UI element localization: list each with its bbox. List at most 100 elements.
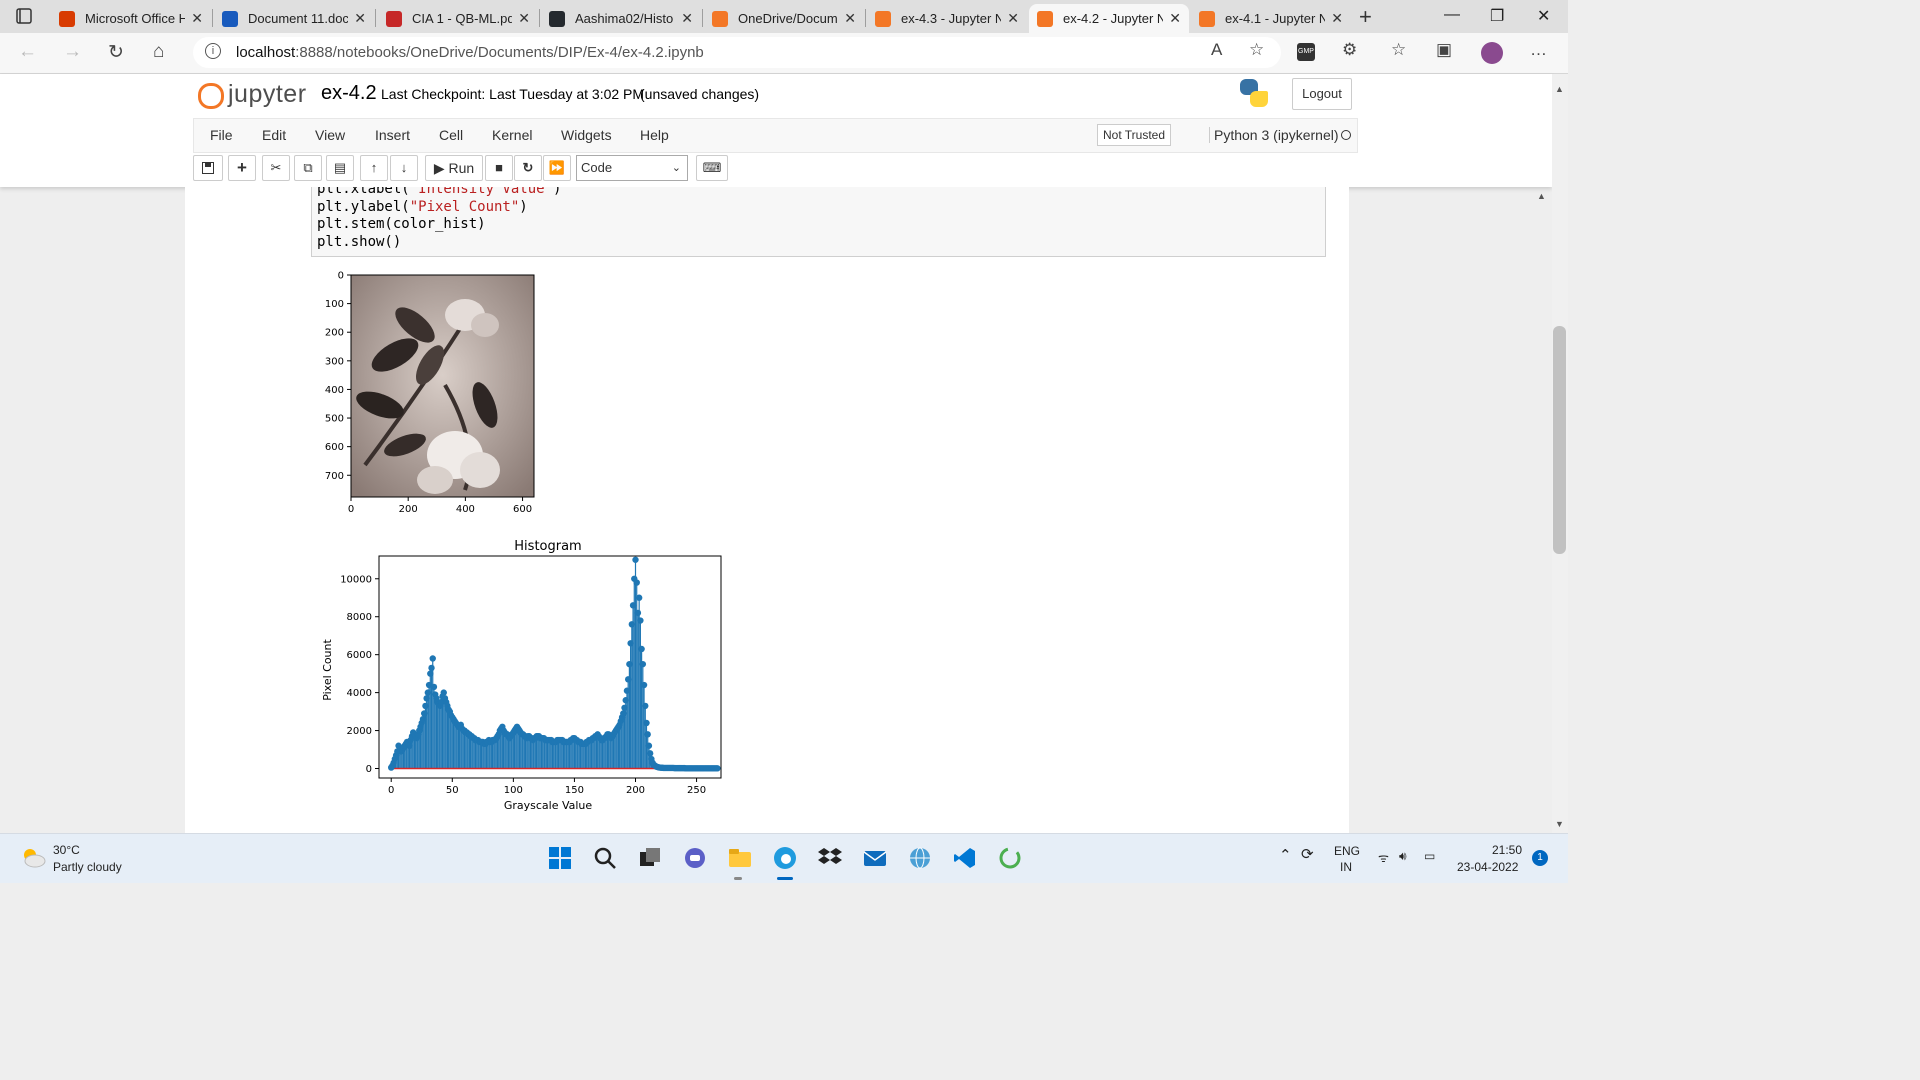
menu-edit[interactable]: Edit <box>262 127 286 143</box>
refresh-icon[interactable]: ↻ <box>108 41 124 64</box>
loading-app-icon[interactable] <box>998 846 1022 870</box>
logout-button[interactable]: Logout <box>1292 78 1352 110</box>
minimize-button[interactable]: — <box>1444 6 1460 24</box>
home-icon[interactable]: ⌂ <box>153 41 164 63</box>
partly-cloudy-icon[interactable] <box>20 846 46 868</box>
close-tab-icon[interactable]: ✕ <box>1007 10 1019 27</box>
sync-icon[interactable]: ⟳ <box>1301 845 1314 863</box>
favorites-icon[interactable]: ☆ <box>1391 40 1406 60</box>
language-primary[interactable]: ENG <box>1334 844 1360 858</box>
notebook-name[interactable]: ex-4.2 <box>321 82 377 105</box>
trust-badge[interactable]: Not Trusted <box>1097 124 1172 146</box>
task-view-icon[interactable] <box>638 846 662 870</box>
weather-temperature[interactable]: 30°C <box>53 843 80 857</box>
url-host: localhost <box>236 44 296 61</box>
flower-photo <box>350 274 535 498</box>
menu-help[interactable]: Help <box>640 127 669 143</box>
browser-tab[interactable]: Aashima02/Histo ✕ <box>541 4 701 33</box>
code-cell[interactable]: plt.xlabel("Intensity Value") plt.ylabel(… <box>311 187 1326 257</box>
extension-gmp-icon[interactable]: GMP <box>1297 43 1315 61</box>
dropbox-icon[interactable] <box>818 846 842 870</box>
close-tab-icon[interactable]: ✕ <box>191 10 203 27</box>
menu-cell[interactable]: Cell <box>439 127 463 143</box>
clock-time[interactable]: 21:50 <box>1492 843 1522 857</box>
code-token: "Intensity Value" <box>409 187 554 197</box>
restart-run-all-button[interactable]: ⏩ <box>543 155 571 181</box>
url-bar[interactable]: i localhost:8888/notebooks/OneDrive/Docu… <box>193 37 1281 68</box>
notification-badge[interactable]: 1 <box>1532 850 1548 866</box>
battery-icon[interactable]: ▭ <box>1424 849 1435 863</box>
move-down-button[interactable]: ↓ <box>390 155 418 181</box>
clock-date[interactable]: 23-04-2022 <box>1457 860 1518 874</box>
copy-button[interactable]: ⧉ <box>294 155 322 181</box>
teams-chat-icon[interactable] <box>683 846 707 870</box>
restart-button[interactable]: ↻ <box>514 155 542 181</box>
cut-button[interactable]: ✂ <box>262 155 290 181</box>
menu-kernel[interactable]: Kernel <box>492 127 532 143</box>
show-hidden-icons[interactable]: ⌃ <box>1279 846 1292 864</box>
volume-icon[interactable]: 🔊︎ <box>1399 849 1407 864</box>
menu-widgets[interactable]: Widgets <box>561 127 612 143</box>
browser-tab[interactable]: ex-4.3 - Jupyter N ✕ <box>867 4 1027 33</box>
search-icon[interactable] <box>593 846 617 870</box>
close-tab-icon[interactable]: ✕ <box>1331 10 1343 27</box>
profile-avatar[interactable] <box>1481 42 1503 64</box>
restore-button[interactable]: ❐ <box>1490 6 1504 26</box>
command-palette-button[interactable]: ⌨ <box>696 155 728 181</box>
close-tab-icon[interactable]: ✕ <box>844 10 856 27</box>
jupyter-logo[interactable]: jupyter <box>198 80 307 109</box>
back-icon[interactable]: ← <box>18 41 37 63</box>
kernel-name[interactable]: Python 3 (ipykernel) <box>1209 127 1339 143</box>
cell-type-select[interactable]: Code ⌄ <box>576 155 688 181</box>
menu-insert[interactable]: Insert <box>375 127 410 143</box>
tab-actions-icon[interactable] <box>10 6 38 28</box>
wifi-icon[interactable]: ᯤ <box>1378 849 1389 866</box>
edge-browser-icon[interactable] <box>773 846 797 870</box>
more-menu-icon[interactable]: … <box>1530 40 1547 60</box>
paste-button[interactable]: ▤ <box>326 155 354 181</box>
stem-marker <box>440 689 447 696</box>
run-button[interactable]: ▶ Run <box>425 155 483 181</box>
file-explorer-icon[interactable] <box>728 846 752 870</box>
scroll-down-icon[interactable]: ▼ <box>1555 819 1564 829</box>
url-text[interactable]: localhost:8888/notebooks/OneDrive/Docume… <box>236 44 704 61</box>
browser-tab[interactable]: ex-4.2 - Jupyter N ✕ <box>1029 4 1189 33</box>
collections-icon[interactable]: ▣ <box>1436 40 1452 60</box>
browser-tab[interactable]: Document 11.doc ✕ <box>214 4 374 33</box>
start-icon[interactable] <box>548 846 572 870</box>
globe-app-icon[interactable] <box>908 846 932 870</box>
stem-marker <box>634 609 642 617</box>
extensions-icon[interactable]: ⚙ <box>1342 40 1357 60</box>
scroll-thumb[interactable] <box>1553 326 1566 554</box>
new-tab-button[interactable]: + <box>1359 4 1372 30</box>
close-tab-icon[interactable]: ✕ <box>1169 10 1181 27</box>
close-tab-icon[interactable]: ✕ <box>681 10 693 27</box>
close-tab-icon[interactable]: ✕ <box>354 10 366 27</box>
vscode-icon[interactable] <box>953 846 977 870</box>
menu-bar: File Edit View Insert Cell Kernel Widgets Help … <box>193 118 1358 153</box>
add-favorite-icon[interactable]: ☆ <box>1249 40 1264 60</box>
insert-cell-button[interactable]: + <box>228 155 256 181</box>
move-up-button[interactable]: ↑ <box>360 155 388 181</box>
interrupt-button[interactable]: ■ <box>485 155 513 181</box>
browser-tab[interactable]: OneDrive/Docum ✕ <box>704 4 864 33</box>
mail-icon[interactable] <box>863 846 887 870</box>
scroll-up-icon[interactable]: ▲ <box>1555 84 1564 94</box>
info-icon[interactable]: i <box>205 43 221 59</box>
close-window-button[interactable]: ✕ <box>1537 6 1550 26</box>
forward-icon[interactable]: → <box>63 41 82 63</box>
notebook-scrollbar[interactable]: ▲ <box>1534 187 1550 833</box>
weather-description[interactable]: Partly cloudy <box>53 860 122 874</box>
menu-view[interactable]: View <box>315 127 345 143</box>
close-tab-icon[interactable]: ✕ <box>518 10 530 27</box>
language-secondary[interactable]: IN <box>1340 860 1352 874</box>
browser-tab[interactable]: ex-4.1 - Jupyter N ✕ <box>1191 4 1351 33</box>
read-aloud-icon[interactable]: A <box>1211 40 1222 60</box>
notebook-scroll-up-icon[interactable]: ▲ <box>1537 191 1546 201</box>
menu-file[interactable]: File <box>210 127 233 143</box>
x-axis-label: Grayscale Value <box>504 799 593 812</box>
save-button[interactable] <box>193 155 223 181</box>
browser-tab[interactable]: Microsoft Office H ✕ <box>51 4 211 33</box>
browser-tab[interactable]: CIA 1 - QB-ML.pd ✕ <box>378 4 538 33</box>
stem-marker <box>628 621 636 628</box>
